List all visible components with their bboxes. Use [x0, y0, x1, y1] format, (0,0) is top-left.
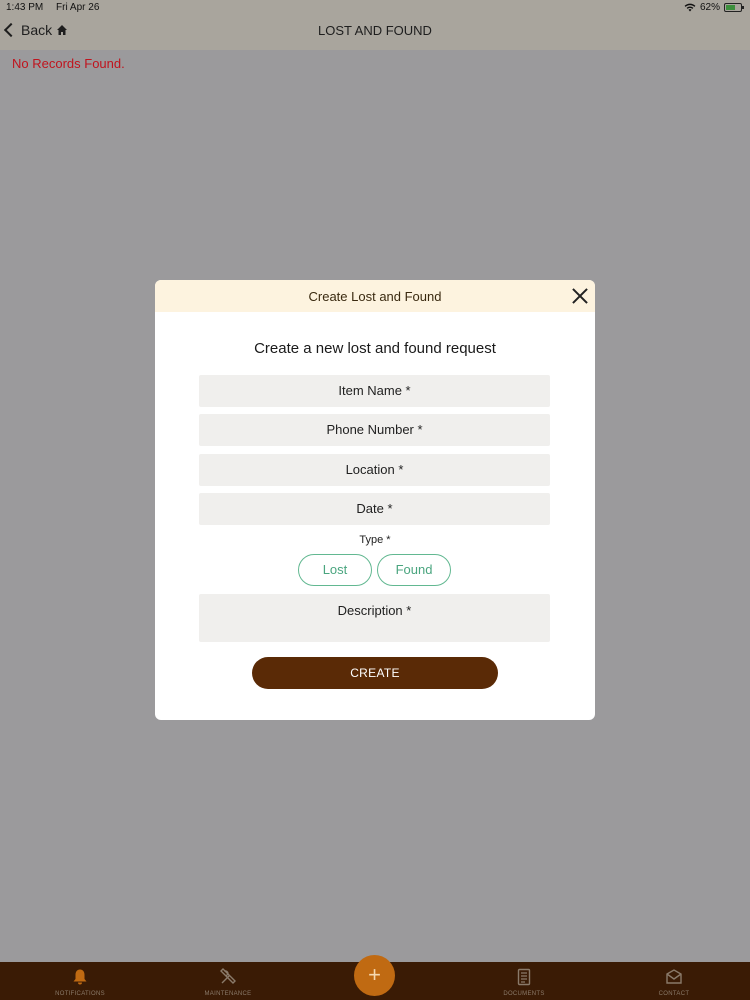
- status-date: Fri Apr 26: [56, 2, 100, 13]
- modal-header: Create Lost and Found: [155, 280, 595, 312]
- create-lost-found-modal: Create Lost and Found Create a new lost …: [155, 280, 595, 720]
- bell-icon: [73, 969, 87, 985]
- type-lost-button[interactable]: Lost: [298, 554, 372, 586]
- nav-bar: Back LOST AND FOUND: [0, 14, 750, 50]
- status-time: 1:43 PM: [6, 2, 44, 13]
- tab-documents-label: DOCUMENTS: [503, 991, 545, 997]
- battery-icon: [724, 3, 744, 12]
- tab-contact-label: CONTACT: [658, 991, 690, 997]
- status-bar: 1:43 PM Fri Apr 26 62%: [0, 0, 750, 14]
- date-field[interactable]: Date *: [199, 493, 550, 525]
- tools-icon: [220, 968, 236, 984]
- document-icon: [517, 968, 531, 986]
- page-title: LOST AND FOUND: [318, 23, 432, 38]
- tab-maintenance[interactable]: MAINTENANCE: [178, 962, 278, 1000]
- tab-maintenance-label: MAINTENANCE: [204, 991, 252, 997]
- close-icon[interactable]: [571, 287, 589, 305]
- modal-title: Create Lost and Found: [308, 289, 442, 304]
- type-label: Type *: [359, 534, 391, 546]
- modal-subtitle: Create a new lost and found request: [254, 340, 496, 357]
- create-button[interactable]: CREATE: [252, 657, 498, 689]
- location-field[interactable]: Location *: [199, 454, 550, 486]
- type-found-button[interactable]: Found: [377, 554, 451, 586]
- tab-notifications-label: NOTIFICATIONS: [55, 991, 105, 997]
- wifi-icon: [684, 3, 696, 12]
- tab-contact[interactable]: CONTACT: [624, 962, 724, 1000]
- empty-message: No Records Found.: [12, 56, 125, 71]
- contact-icon: [666, 969, 682, 984]
- battery-percent: 62%: [699, 2, 720, 13]
- description-field[interactable]: Description *: [199, 594, 550, 642]
- tab-documents[interactable]: DOCUMENTS: [474, 962, 574, 1000]
- add-button[interactable]: +: [354, 955, 395, 996]
- item-name-field[interactable]: Item Name *: [199, 375, 550, 407]
- phone-number-field[interactable]: Phone Number *: [199, 414, 550, 446]
- tab-notifications[interactable]: NOTIFICATIONS: [30, 962, 130, 1000]
